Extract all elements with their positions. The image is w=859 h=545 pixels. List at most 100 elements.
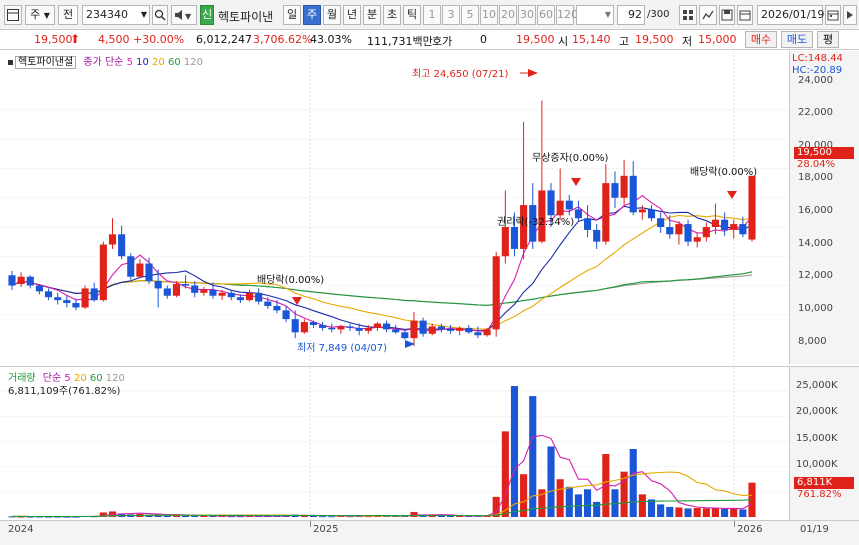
interval-20-button[interactable]: 20	[499, 5, 517, 25]
x-tick-2026: 2026	[737, 524, 763, 535]
candle-body	[428, 326, 436, 334]
new-badge: 신	[200, 5, 214, 25]
interval-30-button[interactable]: 30	[518, 5, 536, 25]
candle-body	[492, 256, 500, 330]
candle-body	[54, 297, 62, 301]
candle-body	[63, 300, 71, 304]
market-select[interactable]: 주 ▼	[25, 5, 55, 25]
period-year-button[interactable]: 년	[343, 5, 361, 25]
candle-body	[291, 319, 299, 333]
candle-body	[81, 288, 89, 308]
candle-body	[711, 219, 720, 227]
x-axis[interactable]: 2024 2025 2026 01/19	[0, 520, 859, 545]
interval-5-button[interactable]: 5	[461, 5, 479, 25]
interval-custom-input[interactable]: ▼	[576, 5, 614, 25]
count-total: /300	[647, 9, 670, 20]
count-input[interactable]: 92	[617, 5, 645, 25]
ma5-label: 5	[126, 57, 133, 68]
high-value: 19,500	[635, 33, 674, 46]
toolbar: 주 ▼ 전 234340 ▼ ▼ 신 헥토파이낸 일 주 월 년 분 초 틱 1…	[0, 0, 859, 30]
period-week-button[interactable]: 주	[303, 5, 321, 25]
price-change: 4,500	[98, 33, 130, 46]
volume-bar	[547, 446, 555, 517]
calendar-picker-icon[interactable]	[825, 5, 841, 25]
volume-y-axis[interactable]: 25,000K 20,000K 15,000K 10,000K 6,811K 7…	[790, 366, 859, 521]
candle-body	[282, 310, 290, 320]
ma60-label: 60	[167, 57, 181, 68]
interval-60-button[interactable]: 60	[537, 5, 555, 25]
interval-3-button[interactable]: 3	[442, 5, 460, 25]
bonus-annotation: 무상증자(0.00%)	[532, 153, 609, 164]
volume-bar	[675, 507, 683, 517]
candle-body	[218, 292, 226, 296]
y-tick: 16,000	[798, 205, 833, 216]
candle-body	[26, 276, 34, 286]
stock-name: 헥토파이낸	[218, 10, 274, 24]
date-input[interactable]: 2026/01/19	[757, 5, 824, 25]
candle-body	[236, 297, 244, 301]
search-icon[interactable]	[152, 5, 168, 25]
ma120-line	[11, 274, 753, 306]
chart-settings-icon[interactable]	[4, 5, 22, 25]
candle-body	[145, 263, 153, 282]
candle-body	[200, 289, 208, 293]
ma120-label: 120	[183, 57, 203, 68]
price-chart-panel[interactable]: 헥토파이낸셜 종가 단순 5 10 20 60 120 최고 24,650 (0…	[0, 51, 790, 364]
volume-bar	[410, 511, 418, 517]
candle-body	[191, 285, 199, 293]
candle-body	[456, 327, 464, 331]
save-icon[interactable]	[719, 5, 735, 25]
volume-chart-panel[interactable]: 거래량 단순 5 20 60 120 6,811,109주(761.82%)	[0, 366, 790, 521]
current-volume-tag: 6,811K	[794, 477, 854, 489]
candle-body	[620, 175, 628, 198]
interval-10-button[interactable]: 10	[480, 5, 498, 25]
interval-120-button[interactable]: 120	[556, 5, 578, 25]
trade-amount: 111,731백만	[367, 35, 433, 48]
volume-bar	[629, 449, 637, 517]
candle-body	[675, 224, 683, 235]
calendar-icon[interactable]	[737, 5, 753, 25]
chart-line-icon[interactable]	[699, 5, 717, 25]
hoga-value: 0	[480, 33, 487, 46]
chevron-down-icon[interactable]: ▼	[141, 6, 147, 24]
volume-bar	[657, 504, 665, 517]
candle-body	[593, 229, 601, 242]
period-month-button[interactable]: 월	[323, 5, 341, 25]
period-tick-button[interactable]: 틱	[403, 5, 421, 25]
candle-body	[647, 209, 656, 219]
period-day-button[interactable]: 일	[283, 5, 301, 25]
x-tick-2025: 2025	[313, 524, 339, 535]
price-chart[interactable]	[0, 51, 789, 364]
open-label: 시	[558, 35, 569, 48]
prefix-button[interactable]: 전	[58, 5, 78, 25]
price-panel-title[interactable]: 헥토파이낸셜	[15, 56, 77, 69]
candle-body	[35, 285, 43, 292]
average-button[interactable]: 평	[817, 31, 839, 48]
candle-body	[583, 218, 592, 230]
current-price: 19,500	[34, 33, 73, 46]
grid-icon[interactable]	[679, 5, 697, 25]
candle-body	[501, 227, 509, 257]
period-minute-button[interactable]: 분	[363, 5, 381, 25]
volume-bar	[730, 508, 738, 517]
period-second-button[interactable]: 초	[383, 5, 401, 25]
stock-code-input[interactable]: 234340 ▼	[82, 5, 150, 25]
ma20-label: 20	[152, 57, 165, 68]
more-icon[interactable]	[843, 5, 857, 25]
candle-body	[108, 234, 117, 245]
price-panel-header: 헥토파이낸셜 종가 단순 5 10 20 60 120	[8, 53, 203, 69]
price-y-axis[interactable]: LC:148.44 HC:-20.89 24,000 22,000 20,000…	[790, 51, 859, 364]
candle-body	[721, 219, 729, 230]
interval-1-button[interactable]: 1	[423, 5, 441, 25]
volume-bar	[739, 509, 747, 517]
candle-body	[309, 322, 318, 325]
buy-button[interactable]: 매수	[745, 31, 777, 48]
sell-button[interactable]: 매도	[781, 31, 813, 48]
candle-body	[17, 276, 25, 285]
candle-body	[611, 183, 619, 198]
candle-body	[401, 332, 409, 339]
volume-bar	[702, 508, 710, 517]
candle-body	[730, 224, 738, 230]
sound-icon[interactable]: ▼	[171, 5, 197, 25]
volume-bar	[583, 489, 592, 517]
